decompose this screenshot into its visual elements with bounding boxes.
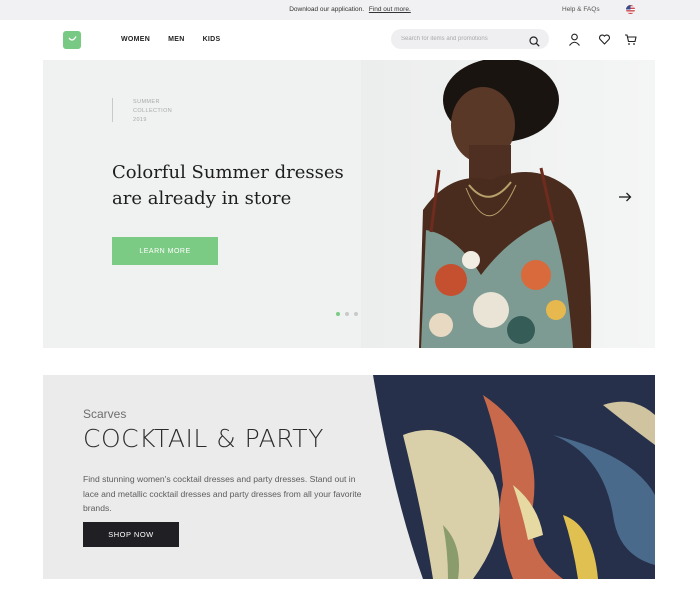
collection-line: SUMMER: [133, 99, 160, 105]
carousel-dot[interactable]: [336, 312, 340, 316]
shopping-bag-icon[interactable]: [63, 31, 81, 49]
find-out-more-link[interactable]: Find out more.: [369, 6, 411, 13]
help-faqs-link[interactable]: Help & FAQs: [562, 6, 600, 13]
heart-icon[interactable]: [598, 33, 611, 46]
arrow-right-icon[interactable]: [618, 190, 632, 204]
search-bar: [391, 29, 549, 49]
nav-men[interactable]: MEN: [168, 36, 184, 43]
promo-text: Download our application.: [289, 6, 365, 13]
nav-kids[interactable]: KIDS: [203, 36, 221, 43]
main-header: WOMEN MEN KIDS: [0, 20, 700, 60]
cart-icon[interactable]: [624, 33, 637, 46]
category-label: Scarves: [83, 407, 127, 421]
section-description: Find stunning women's cocktail dresses a…: [83, 474, 362, 513]
carousel-dot[interactable]: [345, 312, 349, 316]
learn-more-button[interactable]: LEARN MORE: [112, 237, 218, 265]
hero-model-image: [361, 60, 655, 348]
shop-now-button[interactable]: SHOP NOW: [83, 522, 179, 547]
hero-title: Colorful Summer dresses are already in s…: [112, 162, 344, 209]
nav-women[interactable]: WOMEN: [121, 36, 150, 43]
us-flag-icon[interactable]: [626, 5, 635, 14]
carousel-dots: [336, 312, 358, 316]
search-input[interactable]: [401, 29, 521, 49]
main-nav: WOMEN MEN KIDS: [121, 36, 221, 43]
search-icon[interactable]: [529, 34, 540, 47]
carousel-dot[interactable]: [354, 312, 358, 316]
collection-label: SUMMER COLLECTION 2019: [112, 98, 173, 123]
top-announcement-bar: Download our application. Find out more.…: [0, 0, 700, 20]
collection-line: 2019: [133, 117, 147, 123]
section-title: COCKTAIL & PARTY: [83, 424, 324, 453]
scarves-banner: Scarves COCKTAIL & PARTY Find stunning w…: [43, 375, 655, 579]
user-icon[interactable]: [568, 33, 581, 46]
hero-banner: SUMMER COLLECTION 2019 Colorful Summer d…: [43, 60, 655, 348]
scarf-image: [363, 375, 655, 579]
collection-line: COLLECTION: [133, 108, 173, 114]
